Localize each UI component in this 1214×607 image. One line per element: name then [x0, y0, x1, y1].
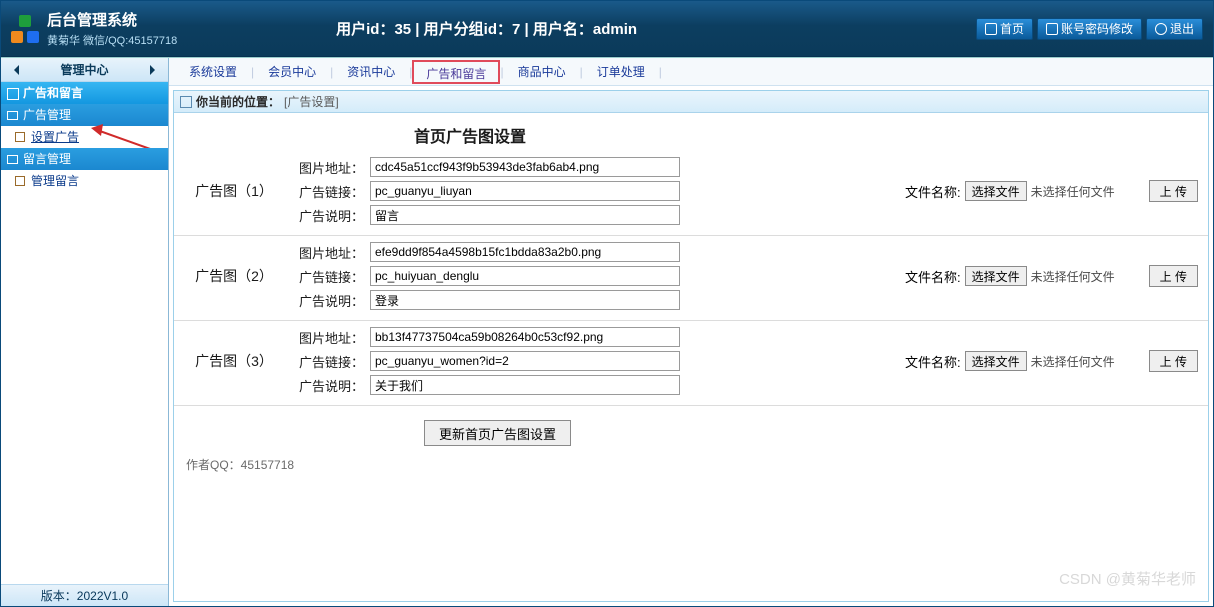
img-input-1[interactable] — [370, 157, 680, 177]
sidebar-group-msg-manage[interactable]: 留言管理 — [1, 148, 168, 170]
submit-update-button[interactable]: 更新首页广告图设置 — [424, 420, 571, 446]
sidebar-footer-version: 版本：2022V1.0 — [1, 584, 168, 606]
desc-label: 广告说明： — [294, 206, 364, 225]
ad-row-label: 广告图（3） — [184, 351, 284, 371]
sidebar-head: 管理中心 — [1, 58, 168, 82]
nav-goods[interactable]: 商品中心 — [504, 58, 580, 86]
choose-file-button-2[interactable]: 选择文件 — [965, 266, 1027, 286]
logo-icon — [11, 15, 39, 43]
file-label: 文件名称: — [905, 267, 961, 286]
desc-label: 广告说明： — [294, 291, 364, 310]
change-password-button[interactable]: 账号密码修改 — [1037, 18, 1142, 40]
breadcrumb-icon — [180, 96, 192, 108]
file-status-2: 未选择任何文件 — [1031, 268, 1115, 285]
desc-label: 广告说明： — [294, 376, 364, 395]
img-label: 图片地址： — [294, 243, 364, 262]
link-label: 广告链接： — [294, 267, 364, 286]
file-label: 文件名称: — [905, 182, 961, 201]
img-label: 图片地址： — [294, 158, 364, 177]
choose-file-button-3[interactable]: 选择文件 — [965, 351, 1027, 371]
breadcrumb: 你当前的位置： [广告设置] — [174, 91, 1208, 113]
link-input-2[interactable] — [370, 266, 680, 286]
home-button[interactable]: 首页 — [976, 18, 1033, 40]
desc-input-3[interactable] — [370, 375, 680, 395]
choose-file-button-1[interactable]: 选择文件 — [965, 181, 1027, 201]
power-icon — [1155, 23, 1167, 35]
nav-member[interactable]: 会员中心 — [254, 58, 330, 86]
logout-button[interactable]: 退出 — [1146, 18, 1203, 40]
img-input-3[interactable] — [370, 327, 680, 347]
breadcrumb-path: [广告设置] — [284, 91, 339, 113]
ad-row-label: 广告图（1） — [184, 181, 284, 201]
file-status-1: 未选择任何文件 — [1031, 183, 1115, 200]
file-status-3: 未选择任何文件 — [1031, 353, 1115, 370]
desc-input-1[interactable] — [370, 205, 680, 225]
link-input-3[interactable] — [370, 351, 680, 371]
ad-row: 广告图（1） 图片地址： 广告链接： 广告说明： 文件名称: 选择文件 未选择任… — [174, 151, 1208, 236]
ad-row: 广告图（2） 图片地址： 广告链接： 广告说明： 文件名称: 选择文件 未选择任… — [174, 236, 1208, 321]
page-title: 首页广告图设置 — [174, 113, 1208, 151]
link-input-1[interactable] — [370, 181, 680, 201]
link-label: 广告链接： — [294, 182, 364, 201]
sidebar-item-set-ad[interactable]: 设置广告 — [1, 126, 168, 148]
author-footer: 作者QQ：45157718 — [174, 446, 1208, 473]
breadcrumb-label: 你当前的位置： — [196, 91, 280, 113]
list-icon — [1046, 23, 1058, 35]
system-title: 后台管理系统 — [47, 9, 177, 30]
home-icon — [985, 23, 997, 35]
header-bar: COMPANY 后台管理系统 黄菊华 微信/QQ:45157718 用户id：3… — [1, 1, 1213, 57]
nav-news[interactable]: 资讯中心 — [333, 58, 409, 86]
upload-button-2[interactable]: 上 传 — [1149, 265, 1198, 287]
content-panel: 你当前的位置： [广告设置] 首页广告图设置 广告图（1） 图片地址： 广告链接… — [173, 90, 1209, 602]
ad-row-label: 广告图（2） — [184, 266, 284, 286]
link-label: 广告链接： — [294, 352, 364, 371]
system-subtitle: 黄菊华 微信/QQ:45157718 — [47, 32, 177, 48]
desc-input-2[interactable] — [370, 290, 680, 310]
ad-row: 广告图（3） 图片地址： 广告链接： 广告说明： 文件名称: 选择文件 未选择任… — [174, 321, 1208, 406]
sidebar-item-manage-msg[interactable]: 管理留言 — [1, 170, 168, 192]
sidebar-group-ad-manage[interactable]: 广告管理 — [1, 104, 168, 126]
nav-ads-active[interactable]: 广告和留言 — [412, 60, 500, 84]
file-label: 文件名称: — [905, 352, 961, 371]
top-nav: 系统设置| 会员中心| 资讯中心| 广告和留言| 商品中心| 订单处理| — [169, 58, 1213, 86]
img-label: 图片地址： — [294, 328, 364, 347]
sidebar: 管理中心 广告和留言 广告管理 设置广告 留言管理 管理留言 版本：2022V1… — [1, 58, 169, 606]
upload-button-1[interactable]: 上 传 — [1149, 180, 1198, 202]
img-input-2[interactable] — [370, 242, 680, 262]
sidebar-section-ads[interactable]: 广告和留言 — [1, 82, 168, 104]
nav-orders[interactable]: 订单处理 — [583, 58, 659, 86]
sidebar-link-set-ad[interactable]: 设置广告 — [31, 130, 79, 144]
nav-system[interactable]: 系统设置 — [175, 58, 251, 86]
upload-button-3[interactable]: 上 传 — [1149, 350, 1198, 372]
